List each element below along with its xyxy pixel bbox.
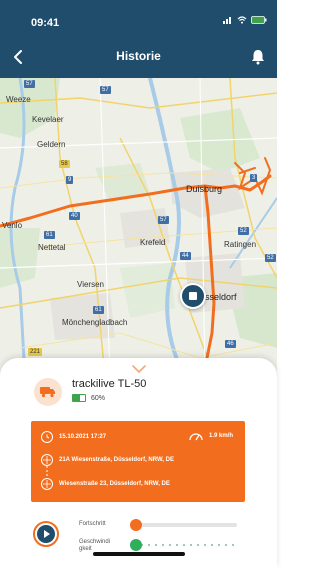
status-time: 09:41 (31, 17, 60, 29)
map-label-duesseldorf: sseldorf (205, 292, 237, 302)
battery-indicator: 60% (72, 394, 105, 402)
trip-start-row: 21A Wiesenstraße, Düsseldorf, NRW, DE (41, 454, 174, 466)
map-label-duisburg: Duisburg (186, 184, 223, 194)
battery-status-icon (251, 16, 267, 24)
speedometer-icon (189, 433, 203, 441)
notifications-button[interactable] (247, 46, 269, 68)
bell-icon (252, 50, 264, 65)
globe-pin-icon (41, 478, 53, 490)
trip-details-sheet: trackilive TL-50 60% 15.10.2021 17:27 1.… (0, 358, 277, 568)
route-badge: 57 (24, 80, 35, 88)
speed-label-line1: Geschwindi (79, 539, 111, 545)
status-icons (223, 16, 267, 24)
app-header: Historie (0, 36, 277, 78)
globe-pin-icon (41, 454, 53, 466)
vehicle-position-marker[interactable] (180, 283, 206, 309)
map-label-ratingen: Ratingen (224, 240, 257, 249)
truck-icon (40, 387, 55, 398)
trip-speed: 1.9 km/h (208, 433, 233, 439)
device-name: trackilive TL-50 (72, 378, 147, 390)
speed-slider[interactable] (130, 539, 237, 551)
map-label-nettetal: Nettetal (38, 243, 66, 252)
clock-icon (41, 431, 53, 443)
battery-label: 60% (91, 394, 106, 402)
route-badge: 44 (180, 252, 191, 260)
trip-datetime: 15.10.2021 17:27 (59, 434, 107, 440)
route-badge: 57 (100, 86, 111, 94)
map-label-moenchengladbach: Mönchengladbach (62, 318, 128, 327)
route-badge: 9 (66, 176, 74, 184)
page-title: Historie (116, 49, 161, 63)
play-button-inner (37, 525, 55, 543)
map-label-kevelaer: Kevelaer (32, 115, 64, 124)
map-label-krefeld: Krefeld (140, 238, 166, 247)
route-badge: 52 (265, 254, 276, 262)
trip-info-card: 15.10.2021 17:27 1.9 km/h 21A Wiesenstra… (31, 421, 245, 502)
chevron-down-icon[interactable] (131, 364, 147, 374)
battery-fill (73, 395, 81, 401)
route-badge: 221 (28, 348, 43, 356)
route-badge: 61 (93, 306, 104, 314)
route-badge: 61 (44, 231, 55, 239)
play-icon (44, 530, 50, 538)
home-indicator (93, 552, 185, 556)
progress-slider-thumb[interactable] (130, 519, 142, 531)
trip-start-address: 21A Wiesenstraße, Düsseldorf, NRW, DE (59, 457, 174, 463)
route-connector-line (46, 466, 48, 476)
vehicle-avatar (34, 378, 62, 406)
map-view[interactable]: Weeze Kevelaer Geldern Duisburg Venlo Ne… (0, 78, 277, 378)
battery-icon (72, 394, 86, 402)
map-label-venlo: Venlo (2, 221, 23, 230)
route-badge: 52 (238, 227, 249, 235)
wifi-icon (237, 16, 247, 24)
map-label-geldern: Geldern (37, 140, 66, 149)
trip-datetime-row: 15.10.2021 17:27 (41, 431, 106, 443)
route-badge: 57 (158, 216, 169, 224)
status-bar: 09:41 (0, 0, 277, 36)
progress-slider[interactable] (130, 519, 237, 531)
play-button[interactable] (33, 521, 59, 547)
map-label-weeze: Weeze (6, 95, 31, 104)
speed-label: Geschwindi gkeit (79, 539, 110, 553)
signal-icon (223, 17, 231, 24)
trip-end-address: Wiesenstraße 23, Düsseldorf, NRW, DE (59, 481, 170, 487)
route-badge: 40 (69, 212, 80, 220)
route-badge: 46 (225, 340, 236, 348)
speed-slider-thumb[interactable] (130, 539, 142, 551)
progress-label: Fortschritt (79, 521, 106, 527)
trip-speed-row: 1.9 km/h (188, 430, 233, 442)
map-label-viersen: Viersen (77, 280, 104, 289)
trip-end-row: Wiesenstraße 23, Düsseldorf, NRW, DE (41, 478, 170, 490)
route-badge: 3 (250, 174, 258, 182)
route-badge: 58 (59, 160, 70, 168)
